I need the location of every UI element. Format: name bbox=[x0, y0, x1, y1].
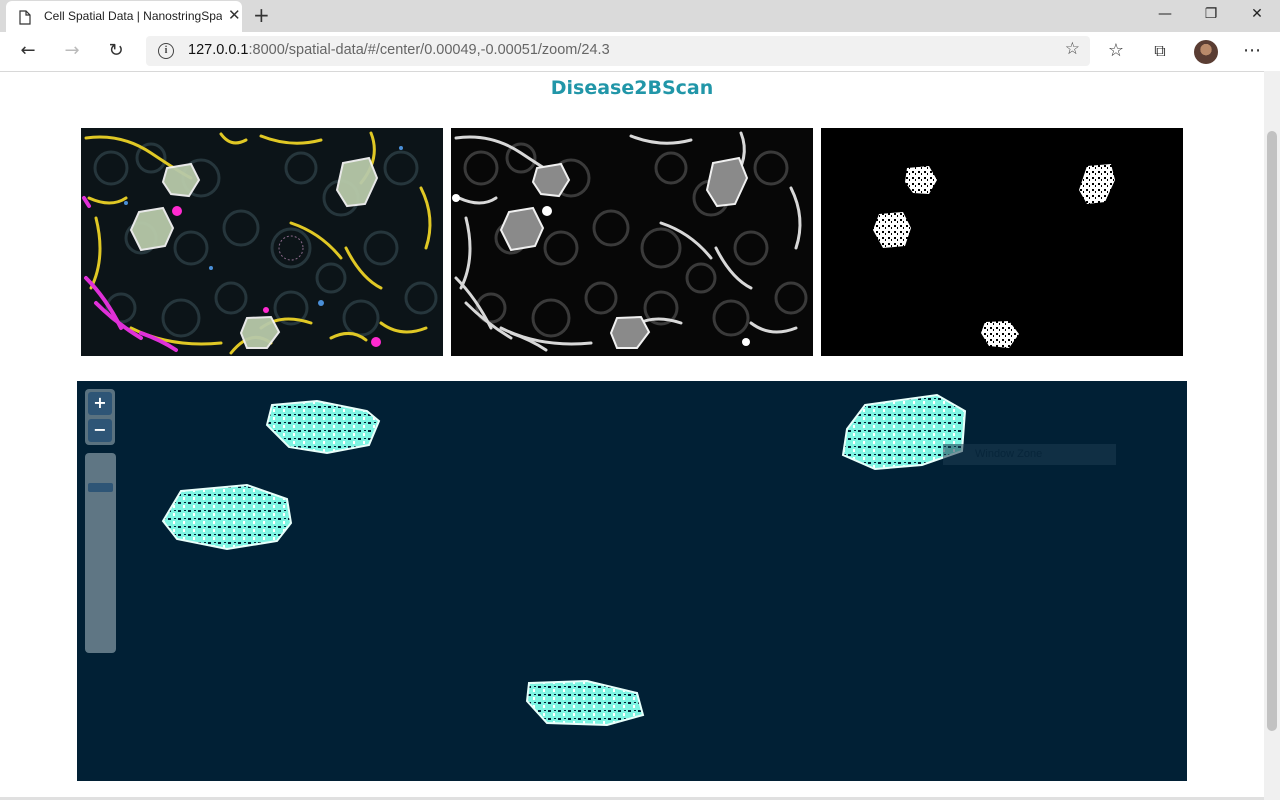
page-scrollbar[interactable] bbox=[1264, 71, 1280, 800]
roi-region bbox=[161, 483, 293, 551]
tab-strip: Cell Spatial Data | NanostringSpatial ✕ … bbox=[0, 0, 1280, 32]
page-icon bbox=[19, 10, 31, 25]
roi-region bbox=[525, 679, 645, 727]
zoom-control: + − bbox=[85, 389, 115, 445]
collections-icon[interactable]: ⧉ bbox=[1148, 40, 1172, 64]
profile-avatar[interactable] bbox=[1194, 40, 1218, 64]
url-text[interactable]: 127.0.0.1:8000/spatial-data/#/center/0.0… bbox=[188, 42, 610, 58]
zoom-slider[interactable] bbox=[85, 453, 116, 653]
grayscale-channel-image bbox=[451, 128, 813, 356]
page-title: Disease2BScan bbox=[550, 77, 714, 99]
hover-tooltip: Window Zone bbox=[943, 444, 1116, 465]
refresh-icon[interactable]: ↻ bbox=[104, 40, 128, 64]
scrollbar-thumb[interactable] bbox=[1267, 131, 1277, 731]
more-menu-icon[interactable]: ⋯ bbox=[1240, 40, 1264, 64]
address-bar[interactable]: i 127.0.0.1:8000/spatial-data/#/center/0… bbox=[146, 36, 1090, 66]
active-tab[interactable]: Cell Spatial Data | NanostringSpatial ✕ bbox=[6, 1, 242, 32]
favorite-star-icon[interactable]: ☆ bbox=[1065, 39, 1080, 59]
roi-region bbox=[265, 399, 381, 455]
navigation-toolbar: ← → ↻ i 127.0.0.1:8000/spatial-data/#/ce… bbox=[0, 32, 1280, 72]
site-info-icon[interactable]: i bbox=[158, 43, 174, 59]
restore-button[interactable]: ❐ bbox=[1188, 2, 1234, 30]
zoom-in-button[interactable]: + bbox=[88, 392, 112, 415]
close-icon[interactable]: ✕ bbox=[228, 6, 241, 24]
new-tab-icon[interactable]: + bbox=[253, 3, 270, 27]
window-close-button[interactable]: ✕ bbox=[1234, 2, 1280, 30]
zoom-slider-handle[interactable] bbox=[88, 483, 113, 492]
minimize-button[interactable]: — bbox=[1142, 2, 1188, 30]
spatial-map-viewer[interactable]: + − Window Zone bbox=[77, 381, 1187, 781]
tab-title: Cell Spatial Data | NanostringSpatial bbox=[44, 9, 222, 23]
segmentation-mask-image bbox=[821, 128, 1183, 356]
fluorescence-composite-image bbox=[81, 128, 443, 356]
zoom-out-button[interactable]: − bbox=[88, 419, 112, 442]
forward-icon[interactable]: → bbox=[60, 40, 84, 64]
favorites-list-icon[interactable]: ☆ bbox=[1104, 40, 1128, 64]
back-icon[interactable]: ← bbox=[16, 40, 40, 64]
